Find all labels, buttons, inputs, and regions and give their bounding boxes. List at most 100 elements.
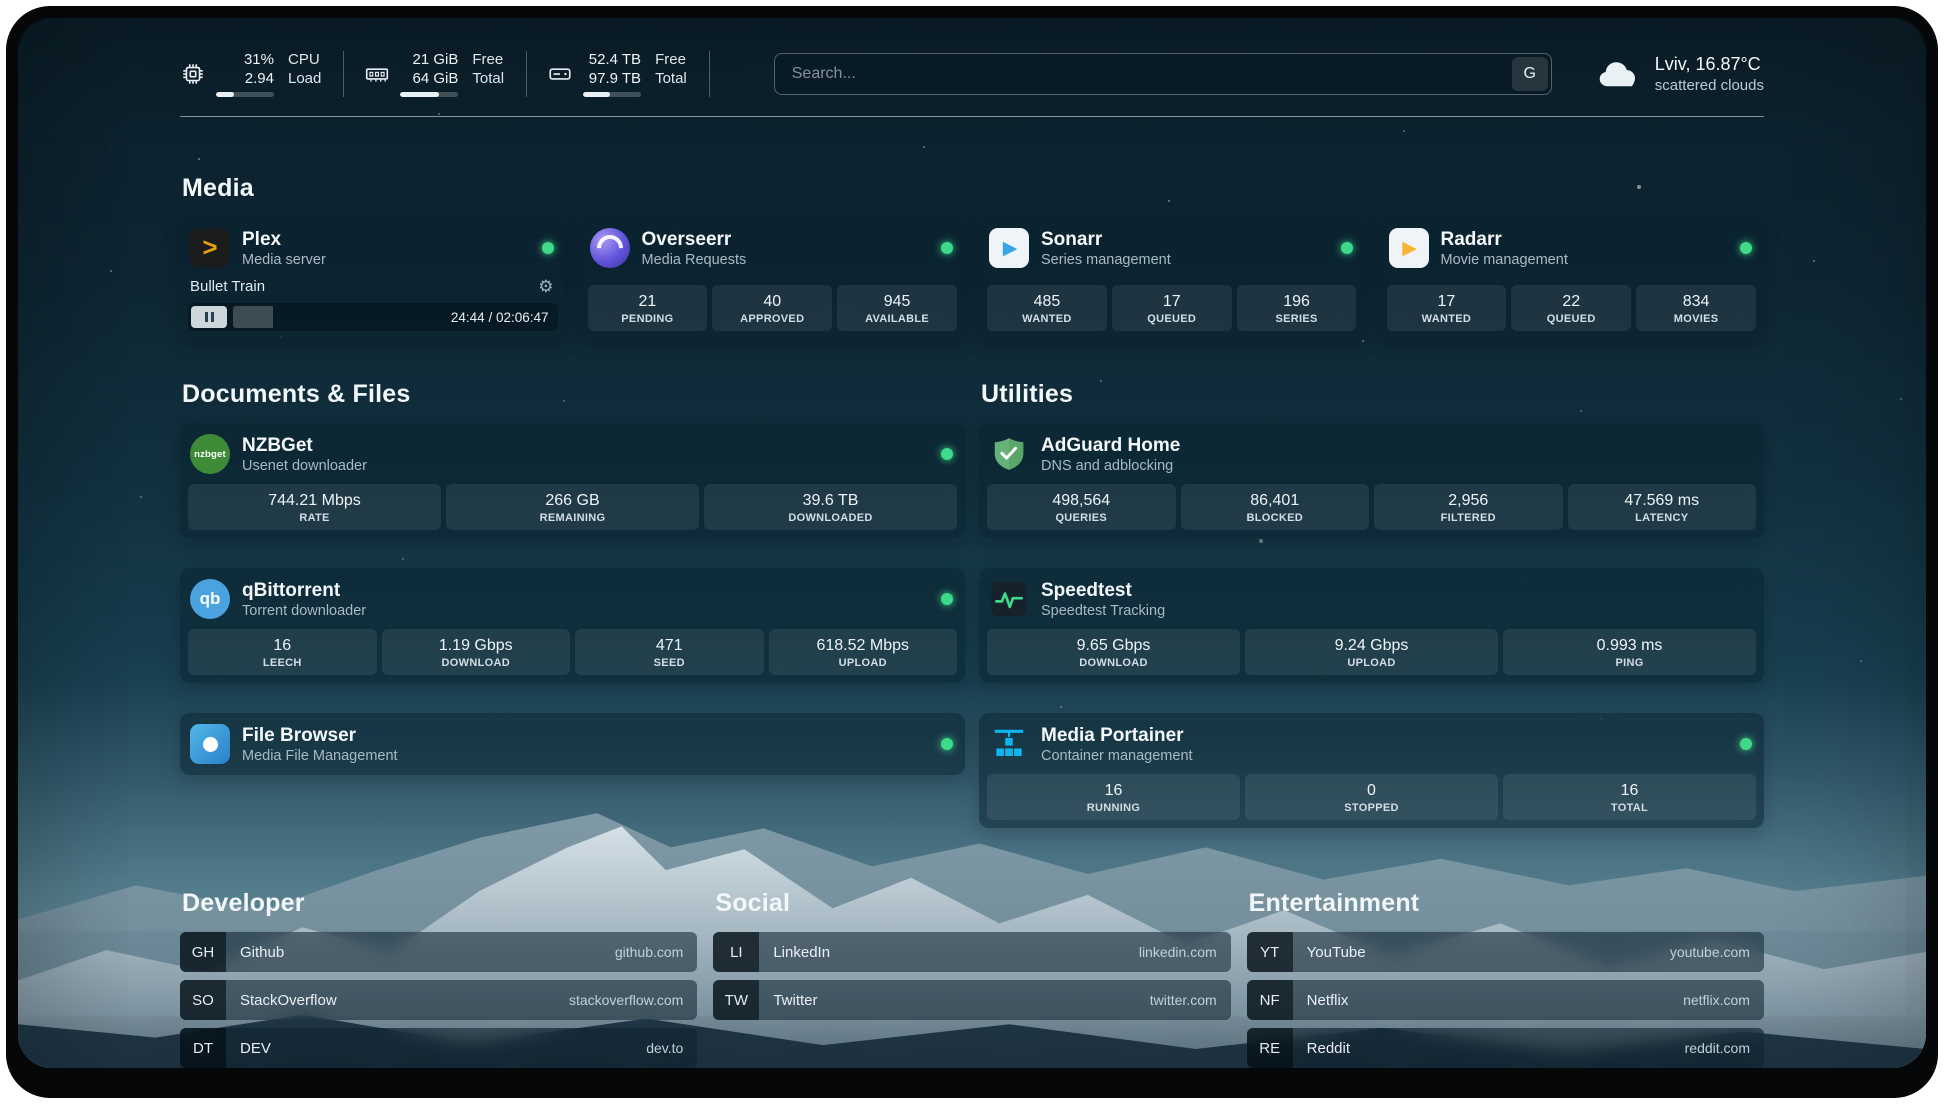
service-link-plex[interactable]: > Plex Media server bbox=[188, 225, 558, 276]
bookmark-group-social: Social LI LinkedIn linkedin.com TW Twitt… bbox=[713, 888, 1230, 1068]
pause-button[interactable] bbox=[191, 306, 227, 328]
service-stats: 21PENDING 40APPROVED 945AVAILABLE bbox=[588, 285, 958, 331]
stat-box: 196SERIES bbox=[1237, 285, 1357, 331]
stat-box: 1.19 GbpsDOWNLOAD bbox=[382, 629, 571, 675]
stat-box: 16TOTAL bbox=[1503, 774, 1756, 820]
stat-label: RATE bbox=[192, 512, 437, 524]
service-stats: 485WANTED 17QUEUED 196SERIES bbox=[987, 285, 1357, 331]
cpu-widget: 31% CPU 2.94 Load bbox=[180, 51, 344, 97]
entertainment-section-title: Entertainment bbox=[1249, 888, 1764, 918]
search-provider-button[interactable]: G bbox=[1512, 57, 1548, 91]
service-card-filebrowser: File Browser Media File Management bbox=[180, 713, 965, 775]
stat-value: 498,564 bbox=[991, 491, 1172, 510]
stat-value: 40 bbox=[716, 292, 828, 311]
service-link-nzbget[interactable]: nzbget NZBGet Usenet downloader bbox=[188, 431, 957, 482]
stat-value: 485 bbox=[991, 292, 1103, 311]
service-link-portainer[interactable]: Media Portainer Container management bbox=[987, 721, 1756, 772]
portainer-icon bbox=[989, 724, 1029, 764]
bookmark-url: reddit.com bbox=[1685, 1028, 1764, 1068]
bookmark-twitter[interactable]: TW Twitter twitter.com bbox=[713, 980, 1230, 1020]
service-link-adguard[interactable]: AdGuard Home DNS and adblocking bbox=[987, 431, 1756, 482]
stat-label: RUNNING bbox=[991, 802, 1236, 814]
stat-box: 47.569 msLATENCY bbox=[1568, 484, 1757, 530]
plex-player-bar: 24:44 / 02:06:47 bbox=[188, 303, 558, 331]
bookmark-netflix[interactable]: NF Netflix netflix.com bbox=[1247, 980, 1764, 1020]
stat-label: PING bbox=[1507, 657, 1752, 669]
documents-section-title: Documents & Files bbox=[182, 379, 965, 409]
weather-condition: scattered clouds bbox=[1655, 77, 1764, 94]
service-link-overseerr[interactable]: Overseerr Media Requests bbox=[588, 225, 958, 276]
bookmark-url: linkedin.com bbox=[1139, 932, 1231, 972]
search-bar[interactable]: G bbox=[774, 53, 1552, 95]
memory-label-top: Free bbox=[472, 51, 504, 69]
service-link-sonarr[interactable]: ▶ Sonarr Series management bbox=[987, 225, 1357, 276]
disk-bar-fill bbox=[583, 92, 610, 97]
stat-label: APPROVED bbox=[716, 313, 828, 325]
bookmark-reddit[interactable]: RE Reddit reddit.com bbox=[1247, 1028, 1764, 1068]
bookmark-stackoverflow[interactable]: SO StackOverflow stackoverflow.com bbox=[180, 980, 697, 1020]
stat-value: 9.24 Gbps bbox=[1249, 636, 1494, 655]
service-description: Media File Management bbox=[242, 748, 398, 764]
disk-icon bbox=[547, 61, 573, 87]
stat-label: DOWNLOADED bbox=[708, 512, 953, 524]
bookmark-dev[interactable]: DT DEV dev.to bbox=[180, 1028, 697, 1068]
stat-box: 2,956FILTERED bbox=[1374, 484, 1563, 530]
service-description: Media Requests bbox=[642, 252, 747, 268]
service-text: Media Portainer Container management bbox=[1041, 725, 1193, 764]
bookmark-linkedin[interactable]: LI LinkedIn linkedin.com bbox=[713, 932, 1230, 972]
bookmark-name: Github bbox=[226, 932, 615, 972]
stat-value: 744.21 Mbps bbox=[192, 491, 437, 510]
service-name: Overseerr bbox=[642, 229, 747, 251]
stat-box: 21PENDING bbox=[588, 285, 708, 331]
service-link-speedtest[interactable]: Speedtest Speedtest Tracking bbox=[987, 576, 1756, 627]
stat-label: QUEUED bbox=[1515, 313, 1627, 325]
stat-label: SEED bbox=[579, 657, 760, 669]
stat-value: 22 bbox=[1515, 292, 1627, 311]
stat-box: 744.21 Mbps RATE bbox=[188, 484, 441, 530]
service-card-nzbget: nzbget NZBGet Usenet downloader 744.21 M… bbox=[180, 423, 965, 538]
stat-label: BLOCKED bbox=[1185, 512, 1366, 524]
bookmark-youtube[interactable]: YT YouTube youtube.com bbox=[1247, 932, 1764, 972]
bookmark-name: Reddit bbox=[1293, 1028, 1685, 1068]
bookmark-name: StackOverflow bbox=[226, 980, 569, 1020]
section-media: Media > Plex Media server bbox=[180, 173, 1764, 339]
stat-value: 471 bbox=[579, 636, 760, 655]
gear-icon[interactable]: ⚙ bbox=[538, 278, 553, 295]
bookmark-url: twitter.com bbox=[1150, 980, 1231, 1020]
stat-box: 17QUEUED bbox=[1112, 285, 1232, 331]
stat-label: LEECH bbox=[192, 657, 373, 669]
service-link-filebrowser[interactable]: File Browser Media File Management bbox=[188, 721, 957, 767]
stat-label: FILTERED bbox=[1378, 512, 1559, 524]
resource-widgets: 31% CPU 2.94 Load bbox=[180, 51, 730, 97]
service-card-speedtest: Speedtest Speedtest Tracking 9.65 GbpsDO… bbox=[979, 568, 1764, 683]
stat-box: 618.52 MbpsUPLOAD bbox=[769, 629, 958, 675]
cloud-icon bbox=[1596, 58, 1642, 90]
stat-label: MOVIES bbox=[1640, 313, 1752, 325]
memory-bar-fill bbox=[400, 92, 439, 97]
stat-box: 0.993 msPING bbox=[1503, 629, 1756, 675]
search-input[interactable] bbox=[778, 57, 1512, 91]
service-name: File Browser bbox=[242, 725, 398, 747]
nzbget-icon-text: nzbget bbox=[194, 449, 226, 460]
stat-value: 266 GB bbox=[450, 491, 695, 510]
nzbget-icon: nzbget bbox=[190, 434, 230, 474]
service-text: Sonarr Series management bbox=[1041, 229, 1171, 268]
bookmark-github[interactable]: GH Github github.com bbox=[180, 932, 697, 972]
qbittorrent-icon-text: qb bbox=[200, 589, 221, 609]
playback-progress-track[interactable] bbox=[233, 306, 445, 328]
stat-value: 17 bbox=[1391, 292, 1503, 311]
stat-label: QUEUED bbox=[1116, 313, 1228, 325]
service-link-qbittorrent[interactable]: qb qBittorrent Torrent downloader bbox=[188, 576, 957, 627]
service-link-radarr[interactable]: ▶ Radarr Movie management bbox=[1387, 225, 1757, 276]
status-online-dot bbox=[1341, 242, 1353, 254]
stat-label: SERIES bbox=[1241, 313, 1353, 325]
service-text: Radarr Movie management bbox=[1441, 229, 1568, 268]
status-online-dot bbox=[941, 448, 953, 460]
social-section-title: Social bbox=[715, 888, 1230, 918]
service-name: Media Portainer bbox=[1041, 725, 1193, 747]
service-name: Speedtest bbox=[1041, 580, 1165, 602]
section-utilities: Utilities Ad bbox=[979, 379, 1764, 828]
service-name: AdGuard Home bbox=[1041, 435, 1180, 457]
app-window: 31% CPU 2.94 Load bbox=[6, 6, 1938, 1098]
disk-label-top: Free bbox=[655, 51, 687, 69]
